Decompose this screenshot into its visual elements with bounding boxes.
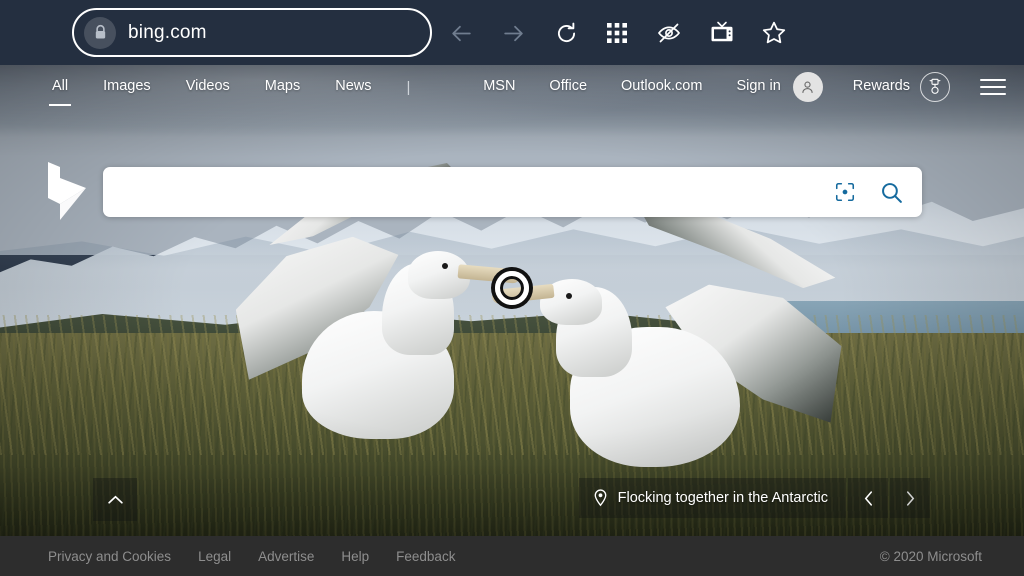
nav-link-msn[interactable]: MSN	[483, 78, 515, 97]
search-input[interactable]	[103, 167, 822, 217]
hero-caption-bar: Flocking together in the Antarctic	[579, 478, 930, 518]
person-icon	[799, 79, 816, 96]
nav-link-maps[interactable]: Maps	[265, 78, 300, 97]
arrow-left-icon	[449, 21, 474, 46]
nav-divider: |	[407, 79, 411, 96]
footer-copyright: © 2020 Microsoft	[880, 549, 982, 564]
page-footer: Privacy and Cookies Legal Advertise Help…	[0, 536, 1024, 576]
nav-link-videos[interactable]: Videos	[186, 78, 230, 97]
footer-link-help[interactable]: Help	[341, 549, 369, 564]
bing-nav-left-group: All Images Videos Maps News |	[52, 78, 410, 97]
chevron-right-icon	[905, 490, 916, 507]
rewards-badge[interactable]	[920, 72, 950, 102]
url-bar[interactable]: bing.com	[72, 8, 432, 57]
avatar[interactable]	[793, 72, 823, 102]
search-box[interactable]	[103, 167, 922, 217]
tv-icon	[709, 21, 735, 45]
nav-link-news[interactable]: News	[335, 78, 371, 97]
nav-link-outlook[interactable]: Outlook.com	[621, 78, 702, 97]
footer-link-privacy[interactable]: Privacy and Cookies	[48, 549, 171, 564]
hero-prev-button[interactable]	[848, 478, 888, 518]
hamburger-line-1	[980, 79, 1006, 81]
bing-homepage-screen: All Images Videos Maps News | MSN Office…	[0, 0, 1024, 576]
medal-badge-icon	[927, 78, 943, 96]
star-icon	[761, 20, 787, 46]
hero-caption-pill[interactable]: Flocking together in the Antarctic	[579, 478, 846, 518]
apps-button[interactable]	[598, 14, 636, 52]
footer-link-advertise[interactable]: Advertise	[258, 549, 314, 564]
browser-toolbar: bing.com	[0, 0, 1024, 65]
footer-link-legal[interactable]: Legal	[198, 549, 231, 564]
nav-link-office[interactable]: Office	[549, 78, 587, 97]
visual-search-button[interactable]	[822, 167, 868, 217]
location-pin-icon	[593, 489, 608, 507]
nav-link-images[interactable]: Images	[103, 78, 151, 97]
footer-links: Privacy and Cookies Legal Advertise Help…	[48, 549, 455, 564]
scroll-up-button[interactable]	[93, 478, 137, 521]
visual-search-icon	[834, 181, 856, 203]
bookmark-button[interactable]	[755, 14, 793, 52]
bing-logo[interactable]	[44, 160, 90, 227]
sign-in-link[interactable]: Sign in	[736, 78, 780, 97]
search-submit-button[interactable]	[868, 167, 914, 217]
reload-button[interactable]	[547, 14, 585, 52]
lock-icon	[84, 17, 116, 49]
bing-logo-icon	[44, 160, 90, 222]
reload-icon	[554, 21, 579, 46]
nav-link-all[interactable]: All	[52, 78, 68, 97]
albatross-right	[500, 235, 830, 485]
hero-next-button[interactable]	[890, 478, 930, 518]
cursor-ring-indicator	[495, 271, 529, 305]
url-text: bing.com	[128, 22, 207, 44]
footer-link-feedback[interactable]: Feedback	[396, 549, 455, 564]
chevron-left-icon	[863, 490, 874, 507]
hamburger-line-3	[980, 93, 1006, 95]
chevron-up-icon	[107, 494, 124, 505]
hero-caption-text: Flocking together in the Antarctic	[618, 490, 828, 506]
eye-slash-icon	[656, 20, 682, 46]
rewards-link[interactable]: Rewards	[853, 78, 910, 97]
albatross-left	[230, 205, 530, 465]
albatross-left-eye	[442, 263, 448, 269]
grid-apps-icon	[606, 22, 628, 44]
cast-button[interactable]	[703, 14, 741, 52]
lock-glyph-icon	[93, 24, 108, 41]
magnifier-icon	[879, 180, 904, 205]
forward-button[interactable]	[494, 14, 532, 52]
albatross-right-eye	[566, 293, 572, 299]
bing-navigation-bar: All Images Videos Maps News | MSN Office…	[0, 65, 1024, 109]
arrow-right-icon	[501, 21, 526, 46]
hamburger-line-2	[980, 86, 1006, 88]
back-button[interactable]	[442, 14, 480, 52]
private-button[interactable]	[650, 14, 688, 52]
hamburger-menu-icon[interactable]	[980, 79, 1006, 95]
bing-nav-right-group: MSN Office Outlook.com Sign in Rewards	[449, 72, 1006, 102]
